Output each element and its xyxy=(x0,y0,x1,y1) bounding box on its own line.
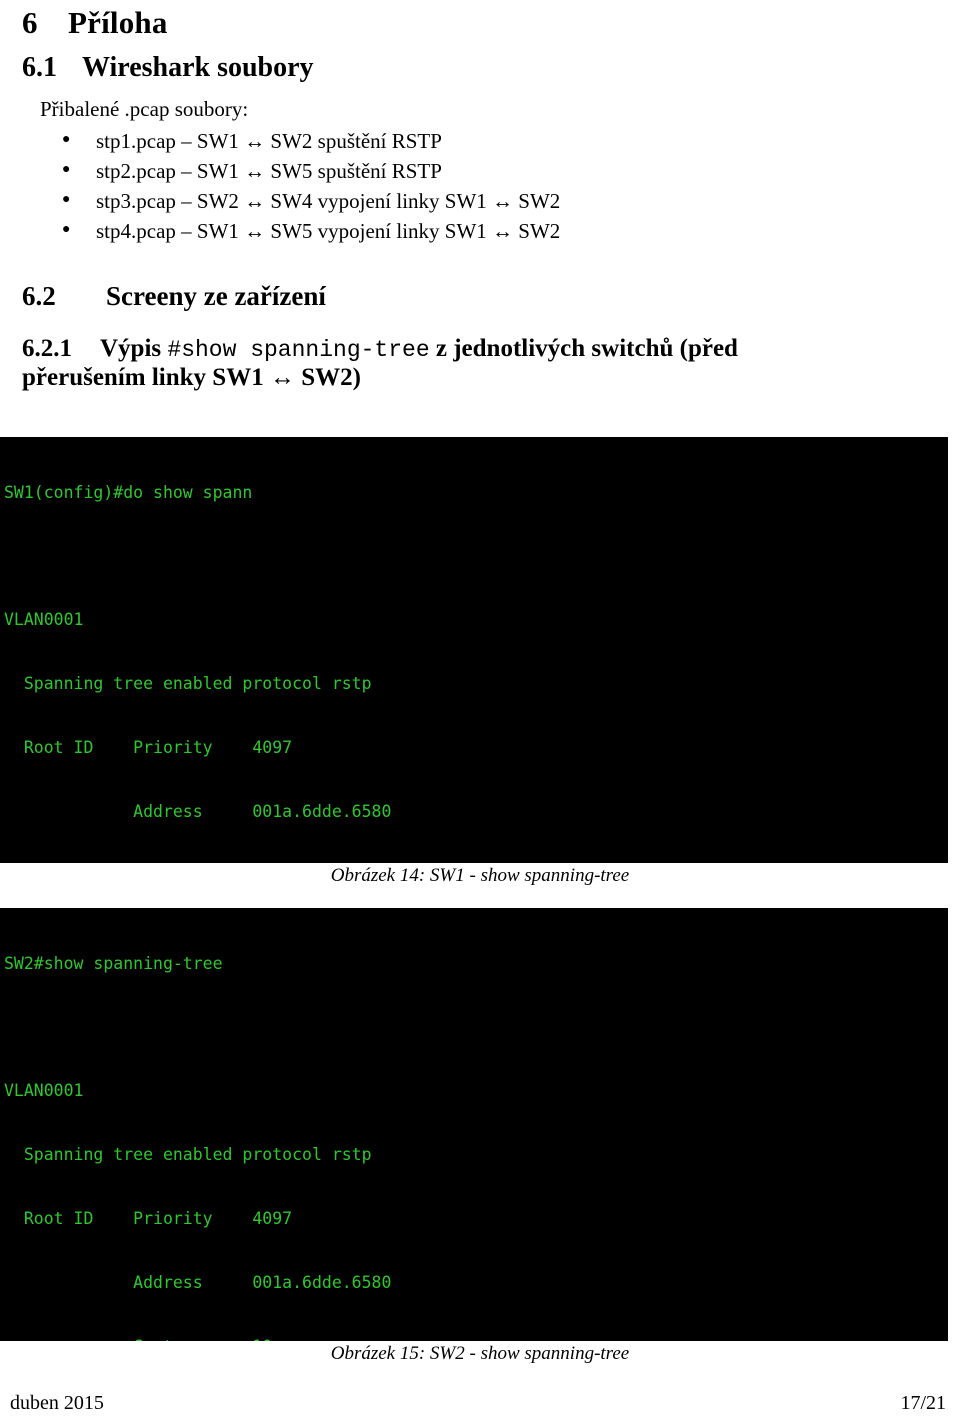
heading-listing-command: #show spanning-tree xyxy=(167,337,430,364)
heading-appendix-number: 6 xyxy=(22,5,38,40)
list-item: stp1.pcap – SW1 ↔ SW2 spuštění RSTP xyxy=(62,122,948,152)
bullet-icon xyxy=(62,195,96,210)
heading-screens-number: 6.2 xyxy=(22,280,56,311)
terminal-line: Root ID Priority 4097 xyxy=(4,738,293,758)
bullet-icon xyxy=(62,135,96,150)
heading-listing-line2: přerušením linky SW1 ↔ SW2) xyxy=(22,363,361,391)
heading-wireshark-number: 6.1 xyxy=(22,52,57,84)
document-page: 6 Příloha 6.1 Wireshark soubory Přibalené … xyxy=(0,0,960,1425)
list-item-label: stp2.pcap – SW1 ↔ SW5 spuštění RSTP xyxy=(96,158,442,183)
terminal-line: Address 001a.6dde.6580 xyxy=(4,802,392,822)
heading-wireshark-title: Wireshark soubory xyxy=(82,52,314,84)
heading-listing: 6.2.1 Výpis #show spanning-tree z jednotl… xyxy=(12,311,948,392)
figure-caption-15: Obrázek 15: SW2 - show spanning-tree xyxy=(330,1343,630,1364)
bullet-icon xyxy=(62,225,96,240)
terminal-line: SW1(config)#do show spann xyxy=(4,482,253,502)
heading-appendix: 6 Příloha xyxy=(12,0,948,40)
terminal-line: Cost 10 xyxy=(4,1336,948,1341)
heading-listing-number: 6.2.1 xyxy=(22,335,72,363)
terminal-output-sw1: SW1(config)#do show spann VLAN0001 Spann… xyxy=(0,437,948,863)
list-item: stp2.pcap – SW1 ↔ SW5 spuštění RSTP xyxy=(62,152,948,182)
page-footer: duben 2015 17/21 xyxy=(0,1392,960,1415)
terminal-line: Spanning tree enabled protocol rstp xyxy=(4,674,372,694)
heading-screens-title: Screeny ze zařízení xyxy=(106,280,326,311)
terminal-line: Root ID Priority 4097 xyxy=(4,1209,293,1229)
heading-listing-post: z jednotlivých switchů (před xyxy=(429,335,738,363)
intro-paragraph: Přibalené .pcap soubory: xyxy=(40,97,249,122)
terminal-line: Spanning tree enabled protocol rstp xyxy=(4,1145,372,1165)
terminal-line: VLAN0001 xyxy=(4,1081,84,1101)
terminal-line: VLAN0001 xyxy=(4,610,84,630)
pcap-file-list: stp1.pcap – SW1 ↔ SW2 spuštění RSTP stp2… xyxy=(12,122,948,242)
list-item-label: stp1.pcap – SW1 ↔ SW2 spuštění RSTP xyxy=(96,128,442,153)
terminal-line: Address 001a.6dde.6580 xyxy=(4,1273,392,1293)
footer-page-number: 17/21 xyxy=(900,1392,946,1414)
heading-listing-pre: Výpis xyxy=(100,335,168,363)
list-item: stp3.pcap – SW2 ↔ SW4 vypojení linky SW1… xyxy=(62,182,948,212)
list-item-label: stp3.pcap – SW2 ↔ SW4 vypojení linky SW1… xyxy=(96,188,561,213)
heading-screens: 6.2 Screeny ze zařízení xyxy=(12,242,948,312)
terminal-line: SW2#show spanning-tree xyxy=(4,953,223,973)
list-item-label: stp4.pcap – SW1 ↔ SW5 vypojení linky SW1… xyxy=(96,218,561,243)
heading-appendix-title: Příloha xyxy=(68,5,168,40)
list-item: stp4.pcap – SW1 ↔ SW5 vypojení linky SW1… xyxy=(62,212,948,242)
bullet-icon xyxy=(62,165,96,180)
heading-wireshark: 6.1 Wireshark soubory xyxy=(12,39,948,84)
footer-date: duben 2015 xyxy=(10,1392,104,1414)
terminal-output-sw2: SW2#show spanning-tree VLAN0001 Spanning… xyxy=(0,908,948,1341)
figure-caption-14: Obrázek 14: SW1 - show spanning-tree xyxy=(330,865,630,886)
